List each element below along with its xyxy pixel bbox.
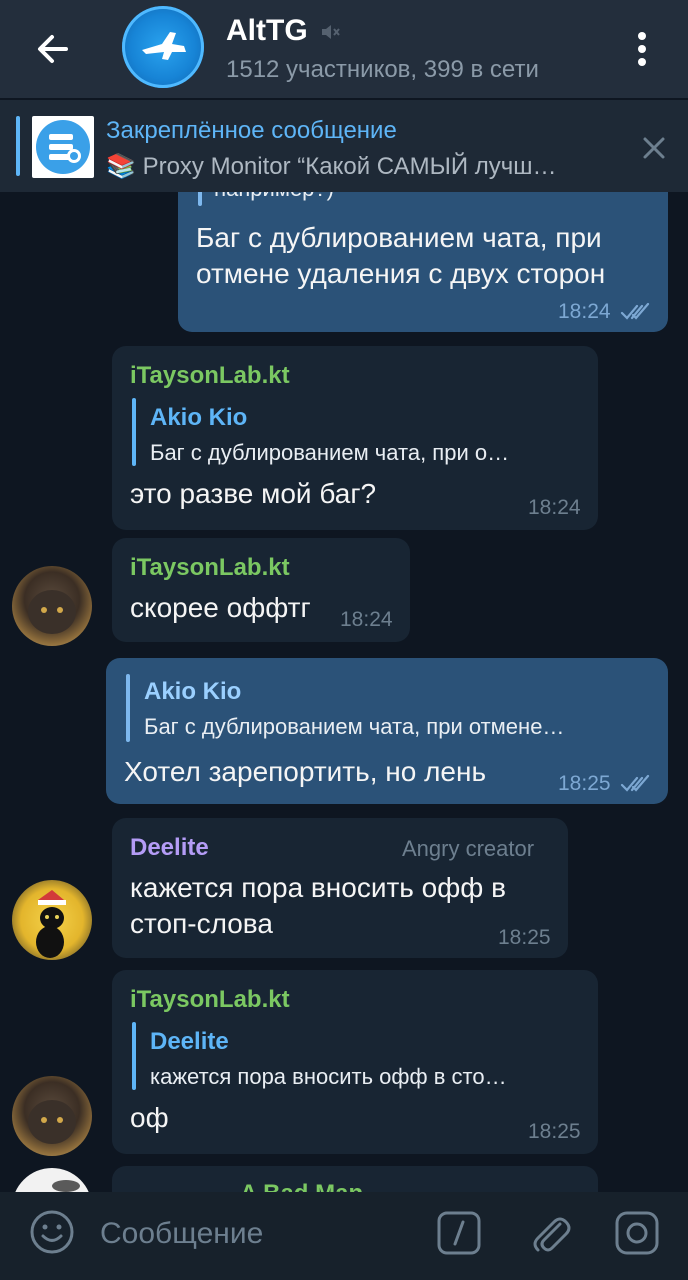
- incoming-message[interactable]: A Bad Man: [112, 1166, 598, 1192]
- message-text: скорее оффтг: [130, 592, 311, 623]
- reply-author: Deelite: [150, 1028, 229, 1055]
- pinned-indicator: [16, 116, 20, 176]
- chat-title[interactable]: AltTG: [226, 14, 308, 48]
- jet-logo-icon: [142, 32, 186, 60]
- pinned-preview[interactable]: 📚 Proxy Monitor “Какой САМЫЙ лучш…: [106, 152, 616, 181]
- message-time: 18:24: [558, 300, 611, 323]
- fly-icon: [52, 1180, 80, 1192]
- books-emoji: 📚: [106, 153, 136, 180]
- outgoing-message[interactable]: например?) Баг с дублированием чата, при…: [178, 192, 668, 332]
- message-time: 18:25: [528, 1120, 581, 1143]
- double-check-icon: [620, 774, 650, 792]
- black-cat-santa-icon: [36, 890, 66, 958]
- cat-avatar-icon: [28, 590, 76, 634]
- reply-text: Баг с дублированием чата, при отмене…: [144, 714, 565, 739]
- server-icon: [36, 120, 90, 174]
- reply-bar: [132, 398, 136, 466]
- sender-avatar[interactable]: [12, 566, 92, 646]
- sender-name[interactable]: Deelite: [130, 834, 209, 862]
- incoming-message[interactable]: Deelite Angry creator кажется пора вноси…: [112, 818, 568, 958]
- chat-subtitle: 1512 участников, 399 в сети: [226, 56, 539, 83]
- message-time: 18:24: [340, 608, 393, 631]
- message-text: Баг с дублированием чата, при отмене уда…: [196, 222, 606, 289]
- incoming-message[interactable]: iTaysonLab.kt Akio Kio Баг с дублировани…: [112, 346, 598, 530]
- command-slash-icon[interactable]: [436, 1210, 482, 1256]
- back-arrow-icon[interactable]: [28, 24, 78, 74]
- sender-name[interactable]: iTaysonLab.kt: [130, 986, 290, 1014]
- chat-header: AltTG 1512 участников, 399 в сети: [0, 0, 688, 98]
- sender-avatar[interactable]: [12, 1168, 92, 1192]
- message-composer: [0, 1192, 688, 1280]
- reply-author: Akio Kio: [144, 678, 242, 705]
- close-icon[interactable]: [636, 130, 672, 166]
- camera-icon[interactable]: [612, 1208, 662, 1258]
- chat-avatar[interactable]: [122, 6, 204, 88]
- reply-text: кажется пора вносить офф в сто…: [150, 1064, 507, 1089]
- message-text: оф: [130, 1102, 169, 1133]
- reply-author: Akio Kio: [150, 404, 248, 431]
- sender-name[interactable]: A Bad Man: [240, 1180, 363, 1192]
- incoming-message[interactable]: iTaysonLab.kt скорее оффтг 18:24: [112, 538, 410, 642]
- reply-fragment: например?): [214, 192, 514, 202]
- emoji-icon[interactable]: [28, 1208, 76, 1256]
- sender-name[interactable]: iTaysonLab.kt: [130, 362, 290, 390]
- reply-bar: [198, 192, 202, 206]
- mute-icon: [322, 25, 340, 39]
- reply-text: Баг с дублированием чата, при о…: [150, 440, 510, 465]
- sender-avatar[interactable]: [12, 880, 92, 960]
- double-check-icon: [620, 302, 650, 320]
- cat-avatar-icon: [28, 1100, 76, 1144]
- message-time: 18:24: [528, 496, 581, 519]
- message-text: Хотел зарепортить, но лень: [124, 756, 487, 787]
- incoming-message[interactable]: iTaysonLab.kt Deelite кажется пора вноси…: [112, 970, 598, 1154]
- message-text: кажется пора вносить офф в стоп-слова: [130, 872, 506, 939]
- message-time: 18:25: [558, 772, 611, 795]
- message-list[interactable]: например?) Баг с дублированием чата, при…: [0, 192, 688, 1192]
- message-time: 18:25: [498, 926, 551, 949]
- outgoing-message[interactable]: Akio Kio Баг с дублированием чата, при о…: [106, 658, 668, 804]
- attach-icon[interactable]: [526, 1208, 574, 1258]
- sender-name[interactable]: iTaysonLab.kt: [130, 554, 290, 582]
- admin-badge: Angry creator: [402, 836, 535, 861]
- pinned-preview-text: Proxy Monitor “Какой САМЫЙ лучш…: [142, 153, 557, 180]
- sender-avatar[interactable]: [12, 1076, 92, 1156]
- more-vert-icon[interactable]: [622, 24, 662, 74]
- reply-bar: [132, 1022, 136, 1090]
- reply-bar: [126, 674, 130, 742]
- message-input[interactable]: [100, 1214, 400, 1254]
- pinned-title[interactable]: Закреплённое сообщение: [106, 117, 397, 145]
- pinned-thumbnail: [32, 116, 94, 178]
- message-text: это разве мой баг?: [130, 478, 377, 509]
